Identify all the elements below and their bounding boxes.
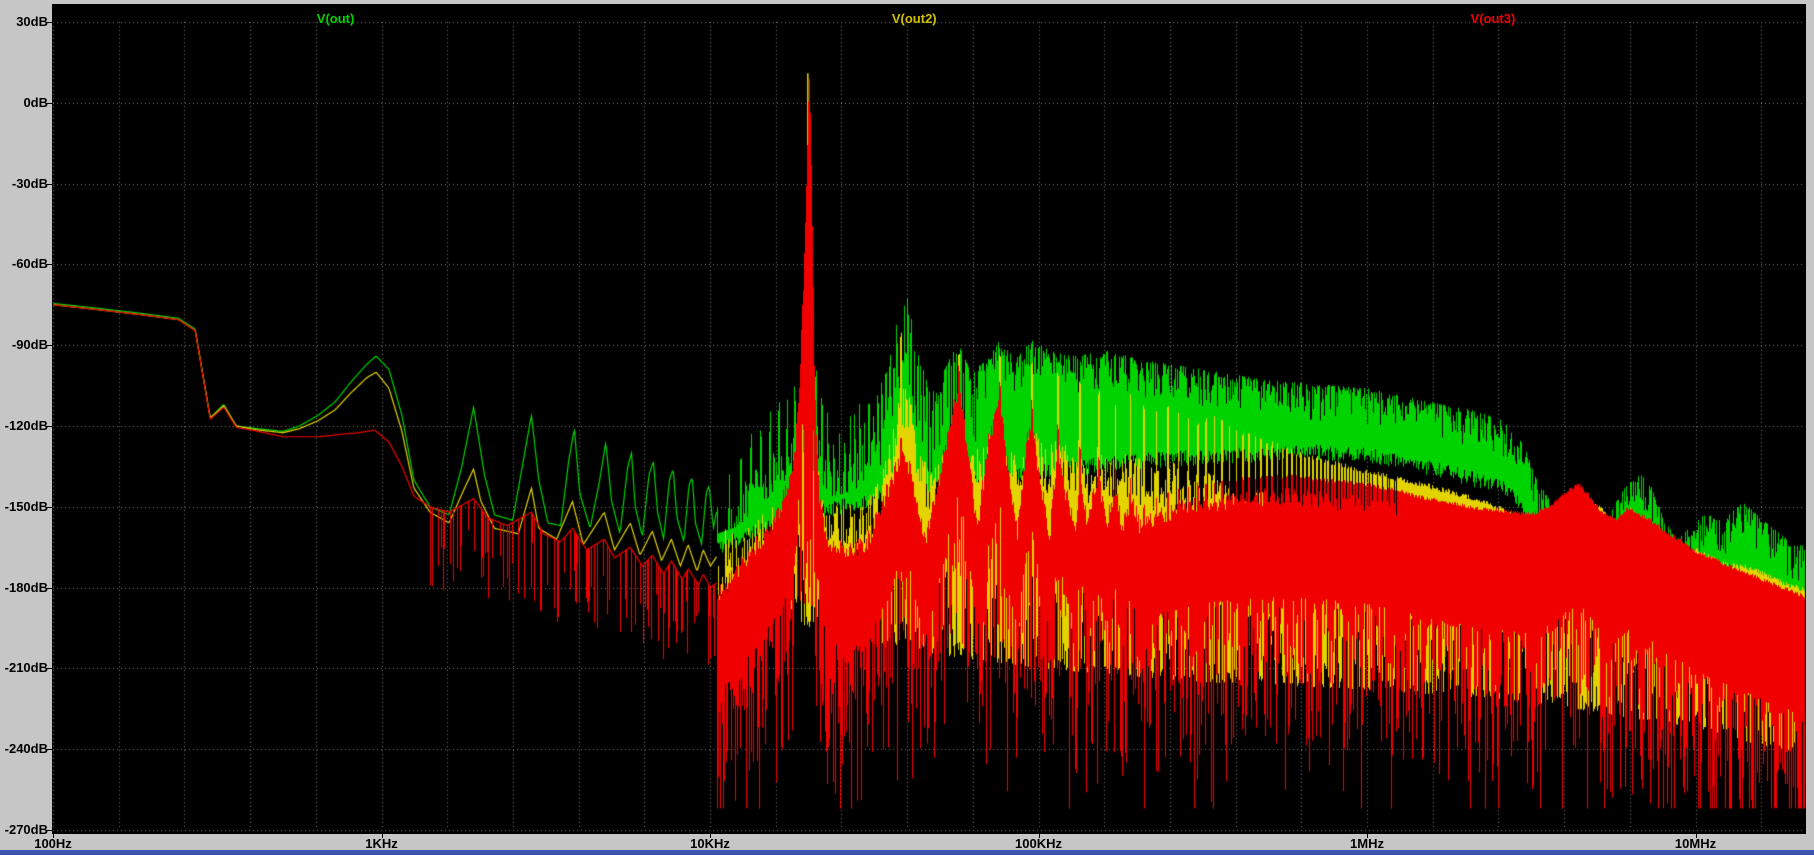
y-axis-tick-label: -210dB: [4, 660, 48, 676]
x-axis-tick: [381, 834, 383, 838]
x-axis-tick-label: 100KHz: [1015, 836, 1062, 851]
x-axis-tick: [710, 834, 711, 838]
fft-plot-canvas[interactable]: [52, 4, 1806, 834]
y-axis-tick-label: -180dB: [4, 579, 48, 595]
x-axis-tick: [1038, 834, 1040, 838]
x-axis-tick-label: 10MHz: [1674, 836, 1717, 851]
y-axis-tick-label: 0dB: [23, 94, 48, 110]
x-axis-tick-label: 1MHz: [1350, 836, 1384, 851]
y-axis-tick-label: -60dB: [11, 256, 48, 272]
plot-pane: V(out) V(out2) V(out3): [52, 4, 1806, 834]
x-axis-tick: [53, 834, 54, 838]
legend-label-vout[interactable]: V(out): [317, 11, 355, 26]
y-axis-tick-label: -240dB: [4, 741, 48, 757]
y-axis-tick-label: -30dB: [11, 175, 48, 191]
y-axis-tick-label: -120dB: [4, 418, 48, 433]
y-axis[interactable]: 30dB 0dB -30dB -60dB -90dB -120dB -150dB -180dB…: [0, 0, 52, 837]
x-axis-tick: [1367, 834, 1368, 838]
y-axis-tick-label: 30dB: [16, 14, 48, 29]
legend-label-vout3[interactable]: V(out3): [1471, 11, 1516, 26]
x-axis-tick-label: 10KHz: [690, 836, 730, 851]
x-axis-tick-label: 100Hz: [34, 836, 72, 851]
y-axis-tick-label: -150dB: [4, 498, 48, 514]
window-edge-strip: [0, 850, 1814, 855]
waveform-viewer-window: { "window": { "background_color": "#c6c6…: [0, 0, 1814, 855]
x-axis-tick-label: 1KHz: [365, 836, 398, 851]
legend-label-vout2[interactable]: V(out2): [892, 11, 937, 26]
y-axis-tick-label: -90dB: [11, 337, 48, 353]
x-axis-tick: [1695, 834, 1697, 838]
x-axis[interactable]: 100Hz 1KHz 10KHz 100KHz 1MHz 10MHz: [0, 834, 1814, 851]
